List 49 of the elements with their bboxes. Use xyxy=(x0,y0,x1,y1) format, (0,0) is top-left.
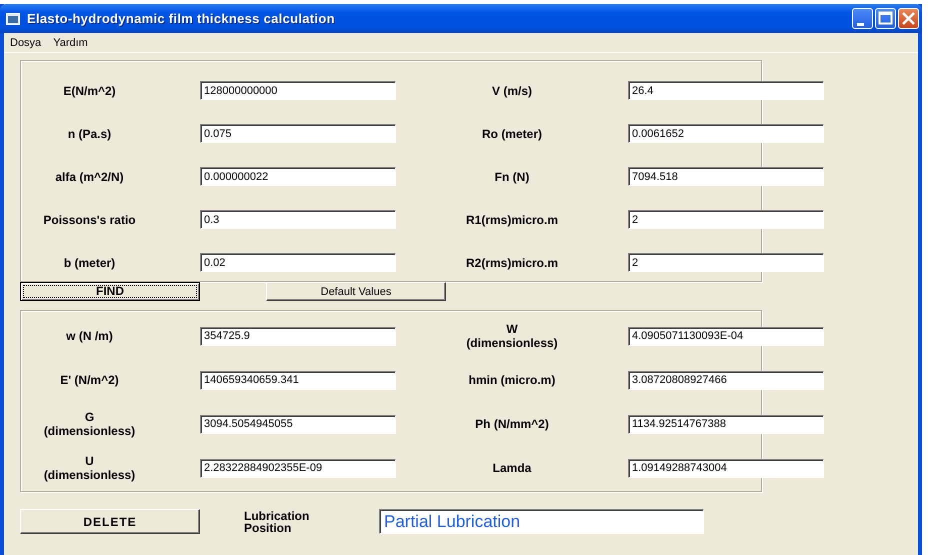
field-label: W (dimensionless) xyxy=(465,322,559,350)
input-field[interactable]: 3094.5054945055 xyxy=(200,414,396,434)
window-title: Elasto-hydrodynamic film thickness calculation xyxy=(27,11,336,26)
input-field[interactable]: 2 xyxy=(628,253,824,272)
field-label: E' (N/m^2) xyxy=(60,373,119,387)
field-label: alfa (m^2/N) xyxy=(55,170,124,184)
field-label: R2(rms)micro.m xyxy=(466,256,558,270)
input-field[interactable]: 0.3 xyxy=(200,210,396,229)
field-label: V (m/s) xyxy=(492,84,532,98)
input-field[interactable]: 0.02 xyxy=(200,253,396,272)
input-field[interactable]: 1.09149288743004 xyxy=(628,458,824,478)
field-label: b (meter) xyxy=(64,256,116,270)
field-label: w (N /m) xyxy=(66,329,113,343)
field-label: E(N/m^2) xyxy=(63,84,116,98)
input-field[interactable]: 7094.518 xyxy=(628,167,824,186)
field-label: Poissons's ratio xyxy=(43,212,136,226)
field-label: U (dimensionless) xyxy=(42,454,136,482)
field-label: Lamda xyxy=(492,461,532,475)
input-field[interactable]: 354725.9 xyxy=(200,326,396,346)
delete-button[interactable]: DELETE xyxy=(20,509,200,534)
input-field[interactable]: 1134.92514767388 xyxy=(628,414,824,434)
result-field[interactable]: Partial Lubrication xyxy=(379,509,704,534)
input-field[interactable]: 0.000000022 xyxy=(200,167,396,186)
maximize-button[interactable] xyxy=(875,8,896,29)
input-field[interactable]: 2.28322884902355E-09 xyxy=(200,458,396,478)
field-label: hmin (micro.m) xyxy=(468,373,556,387)
field-label: R1(rms)micro.m xyxy=(466,212,558,226)
input-field[interactable]: 140659340659.341 xyxy=(200,370,396,390)
input-field[interactable]: 0.075 xyxy=(200,124,396,143)
input-field[interactable]: 2 xyxy=(628,210,824,229)
field-label: Ro (meter) xyxy=(482,126,542,140)
default-values-button[interactable]: Default Values xyxy=(266,282,446,301)
find-button[interactable]: FIND xyxy=(20,282,200,301)
field-label: G (dimensionless) xyxy=(42,410,136,438)
input-field[interactable]: 4.0905071130093E-04 xyxy=(628,326,824,346)
field-label: Ph (N/mm^2) xyxy=(475,417,549,431)
minimize-icon xyxy=(857,23,864,26)
menu-item[interactable]: Yardım xyxy=(53,36,88,48)
input-field[interactable]: 3.08720808927466 xyxy=(628,370,824,390)
field-label: n (Pa.s) xyxy=(68,126,112,140)
input-field[interactable]: 26.4 xyxy=(628,81,824,100)
input-field[interactable]: 128000000000 xyxy=(200,81,396,100)
close-button[interactable] xyxy=(898,8,919,29)
minimize-button[interactable] xyxy=(852,8,873,29)
window-icon xyxy=(6,12,20,24)
input-field[interactable]: 0.0061652 xyxy=(628,124,824,143)
field-label: Fn (N) xyxy=(494,170,530,184)
menu-item[interactable]: Dosya xyxy=(10,36,42,48)
result-label: Lubrication Position xyxy=(244,510,310,534)
